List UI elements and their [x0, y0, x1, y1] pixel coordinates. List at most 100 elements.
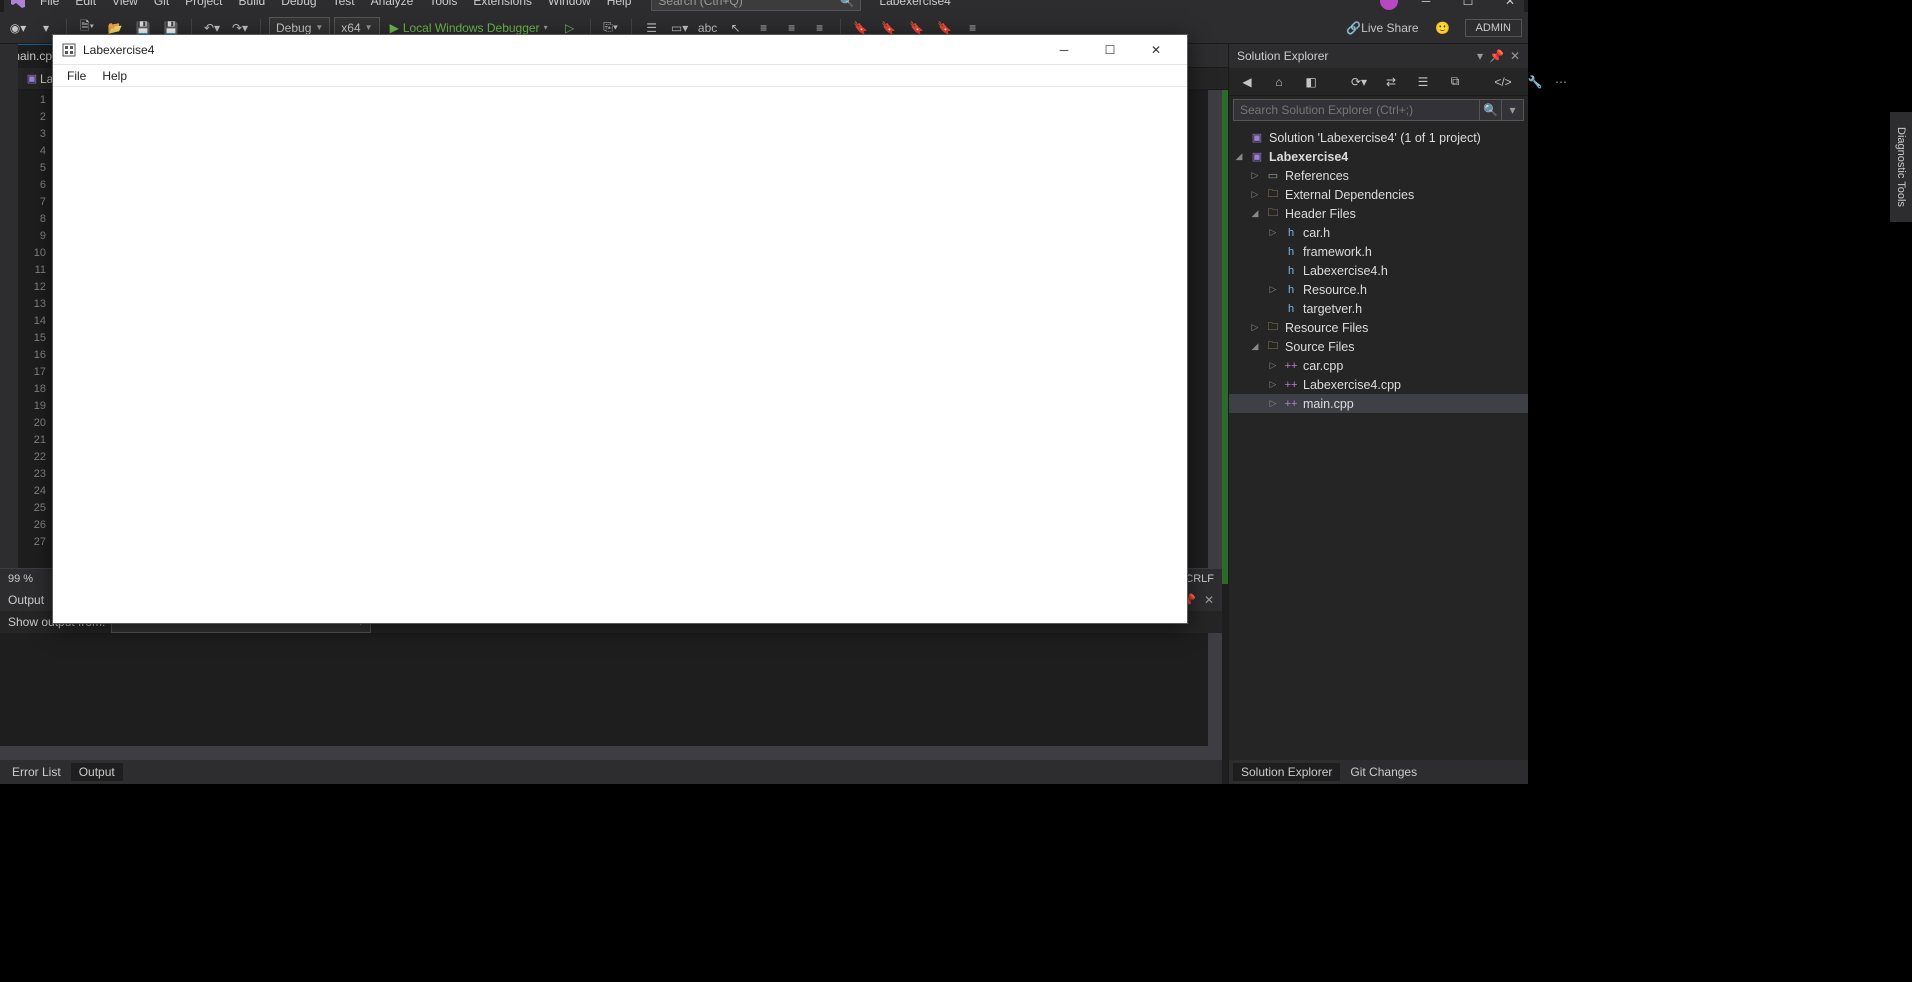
solution-icon: ▣ [1249, 130, 1265, 146]
editor-zoom-level[interactable]: 99 % [8, 573, 33, 585]
menu-test[interactable]: Test [325, 0, 363, 12]
line-number: 20 [18, 415, 46, 432]
menu-project[interactable]: Project [177, 0, 230, 12]
expander-icon[interactable]: ▷ [1267, 360, 1279, 371]
sol-back-button[interactable]: ◀ [1235, 70, 1259, 94]
tree-project[interactable]: ◢ ▣ Labexercise4 [1229, 147, 1528, 166]
solution-tree[interactable]: ▶ ▣ Solution 'Labexercise4' (1 of 1 proj… [1229, 124, 1528, 760]
folder-icon: 🗀 [1265, 320, 1281, 336]
menu-tools[interactable]: Tools [421, 0, 465, 12]
app-menu-help[interactable]: Help [94, 69, 135, 83]
sol-filter-button[interactable]: ⇄ [1379, 70, 1403, 94]
panel-close-button[interactable]: ✕ [1510, 49, 1520, 63]
menu-analyze[interactable]: Analyze [363, 0, 422, 12]
line-ending-indicator[interactable]: CRLF [1185, 573, 1214, 585]
editor-vertical-scrollbar[interactable] [1208, 90, 1222, 584]
solution-explorer-title: Solution Explorer [1237, 49, 1328, 63]
expander-icon[interactable]: ▷ [1267, 227, 1279, 238]
app-minimize-button[interactable]: ─ [1041, 35, 1087, 65]
output-horizontal-scrollbar[interactable] [0, 746, 1222, 760]
expander-icon[interactable]: ▷ [1267, 379, 1279, 390]
sol-sync-button[interactable]: ⟳▾ [1347, 70, 1371, 94]
cpp-file-icon: ++ [1283, 358, 1299, 374]
feedback-button[interactable]: 🙂 [1431, 16, 1455, 40]
tree-file-framework-h[interactable]: ▷ h framework.h [1229, 242, 1528, 261]
tree-file-labexercise4-h[interactable]: ▷ h Labexercise4.h [1229, 261, 1528, 280]
bottom-tab-solution-explorer[interactable]: Solution Explorer [1233, 763, 1340, 781]
menu-edit[interactable]: Edit [67, 0, 104, 12]
tree-label: References [1285, 169, 1349, 183]
tree-label: Labexercise4.cpp [1303, 378, 1401, 392]
tree-solution-root[interactable]: ▶ ▣ Solution 'Labexercise4' (1 of 1 proj… [1229, 128, 1528, 147]
expander-icon[interactable]: ▷ [1249, 189, 1261, 200]
expander-icon[interactable]: ▷ [1267, 284, 1279, 295]
expander-icon[interactable]: ◢ [1249, 208, 1261, 219]
tree-file-labexercise4-cpp[interactable]: ▷ ++ Labexercise4.cpp [1229, 375, 1528, 394]
window-close-button[interactable]: ✕ [1496, 0, 1524, 12]
expander-icon[interactable]: ▷ [1249, 322, 1261, 333]
sol-code-button[interactable]: </> [1491, 70, 1515, 94]
output-close-button[interactable]: ✕ [1204, 593, 1214, 607]
tree-file-resource-h[interactable]: ▷ h Resource.h [1229, 280, 1528, 299]
menu-extensions[interactable]: Extensions [465, 0, 540, 12]
tree-resource-files[interactable]: ▷ 🗀 Resource Files [1229, 318, 1528, 337]
tree-label: Labexercise4 [1269, 150, 1348, 164]
line-number: 25 [18, 500, 46, 517]
menu-git[interactable]: Git [146, 0, 177, 12]
tree-file-car-cpp[interactable]: ▷ ++ car.cpp [1229, 356, 1528, 375]
menu-debug[interactable]: Debug [273, 0, 324, 12]
tree-file-targetver-h[interactable]: ▷ h targetver.h [1229, 299, 1528, 318]
menu-build[interactable]: Build [231, 0, 274, 12]
app-titlebar[interactable]: Labexercise4 ─ ☐ ✕ [53, 35, 1187, 65]
menu-view[interactable]: View [104, 0, 146, 12]
app-menu-file[interactable]: File [59, 69, 94, 83]
app-maximize-button[interactable]: ☐ [1087, 35, 1133, 65]
menu-file[interactable]: File [32, 0, 67, 12]
sol-show-all-button[interactable]: ☰ [1411, 70, 1435, 94]
app-close-button[interactable]: ✕ [1133, 35, 1179, 65]
sol-properties-button[interactable]: 🔧 [1523, 70, 1547, 94]
line-number: 7 [18, 194, 46, 211]
window-minimize-button[interactable]: ─ [1412, 0, 1440, 12]
sol-collapse-button[interactable]: ⧉ [1443, 70, 1467, 94]
live-share-button[interactable]: 🔗 Live Share [1344, 16, 1420, 40]
tree-file-car-h[interactable]: ▷ h car.h [1229, 223, 1528, 242]
panel-dropdown-button[interactable]: ▾ [1477, 49, 1483, 63]
output-body[interactable] [0, 633, 1222, 760]
tree-file-main-cpp[interactable]: ▷ ++ main.cpp [1229, 394, 1528, 413]
app-client-area[interactable] [53, 87, 1187, 623]
tree-external-dependencies[interactable]: ▷ 🗀 External Dependencies [1229, 185, 1528, 204]
search-options-button[interactable]: ▾ [1502, 99, 1524, 121]
header-file-icon: h [1283, 225, 1299, 241]
expander-icon[interactable]: ▷ [1249, 170, 1261, 181]
window-maximize-button[interactable]: ☐ [1454, 0, 1482, 12]
menu-window[interactable]: Window [540, 0, 599, 12]
search-submit-button[interactable]: 🔍 [1480, 99, 1502, 121]
bottom-tab-git-changes[interactable]: Git Changes [1342, 763, 1425, 781]
menu-help[interactable]: Help [599, 0, 640, 12]
solution-explorer-search-input[interactable] [1233, 99, 1480, 121]
search-icon: 🔍 [839, 0, 854, 8]
user-avatar-icon[interactable] [1380, 0, 1398, 10]
bottom-tab-error-list[interactable]: Error List [4, 763, 69, 781]
expander-icon[interactable]: ▷ [1267, 398, 1279, 409]
tree-label: Resource Files [1285, 321, 1368, 335]
global-search-input[interactable]: Search (Ctrl+Q) 🔍 [651, 0, 861, 11]
sol-home-button[interactable]: ⌂ [1267, 70, 1291, 94]
expander-icon[interactable]: ◢ [1233, 151, 1245, 162]
tree-header-files[interactable]: ◢ 🗀 Header Files [1229, 204, 1528, 223]
start-debugging-button[interactable]: ▶ Local Windows Debugger ▾ [384, 21, 554, 35]
panel-pin-button[interactable]: 📌 [1489, 49, 1504, 63]
output-vertical-scrollbar[interactable] [1208, 633, 1222, 746]
diagnostic-tools-tab[interactable]: Diagnostic Tools [1890, 112, 1912, 222]
tree-label: External Dependencies [1285, 188, 1414, 202]
sol-switch-views-button[interactable]: ◧ [1299, 70, 1323, 94]
expander-icon[interactable]: ◢ [1249, 341, 1261, 352]
vs-logo-icon [4, 0, 32, 12]
tree-source-files[interactable]: ◢ 🗀 Source Files [1229, 337, 1528, 356]
admin-badge-button[interactable]: ADMIN [1465, 19, 1522, 37]
bottom-tab-output[interactable]: Output [71, 763, 123, 781]
tree-references[interactable]: ▷ ▭ References [1229, 166, 1528, 185]
sol-toolbar-overflow[interactable]: ⋯ [1555, 75, 1567, 89]
nav-back-button[interactable]: ◉▾ [6, 16, 30, 40]
